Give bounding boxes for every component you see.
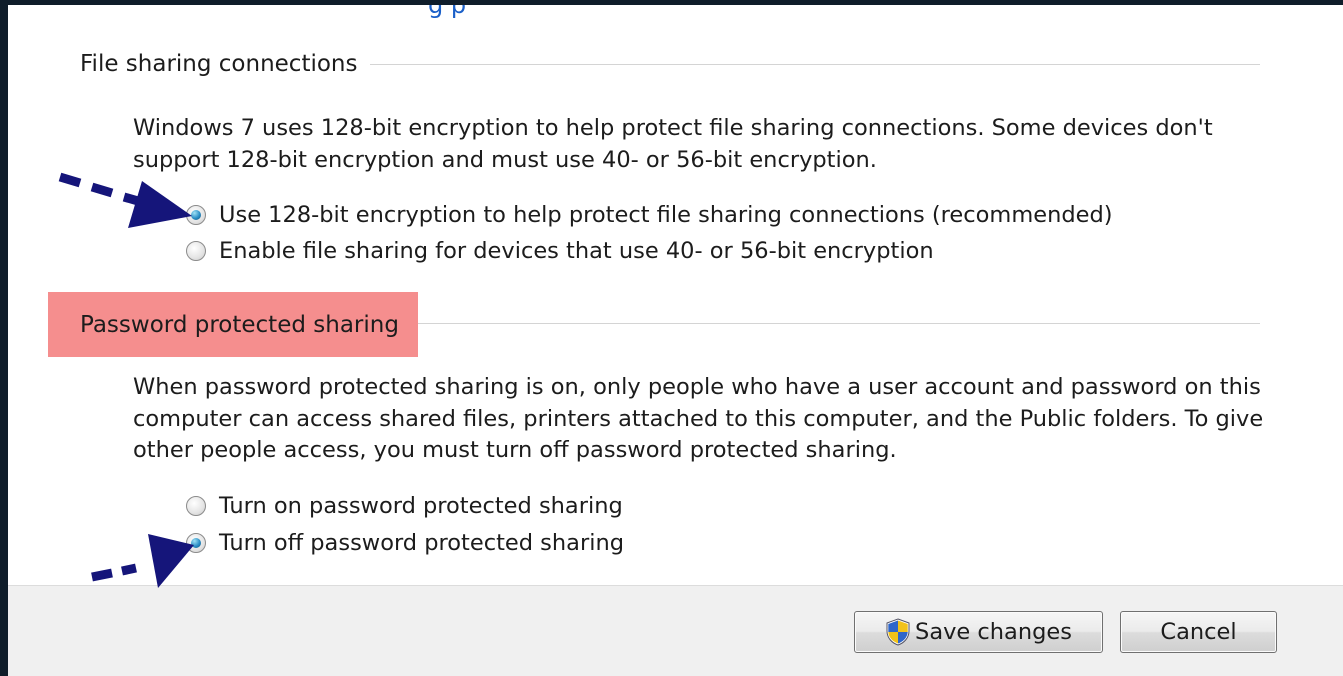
- file-sharing-description: Windows 7 uses 128-bit encryption to hel…: [133, 115, 1213, 173]
- radio-button-unchecked[interactable]: [186, 496, 206, 517]
- advanced-sharing-settings-panel: g p File sharing connections Windows 7 u…: [8, 5, 1343, 676]
- option-label: Turn on password protected sharing: [219, 493, 623, 519]
- option-label: Enable file sharing for devices that use…: [219, 238, 934, 264]
- radio-option-turn-on-password[interactable]: Turn on password protected sharing: [186, 495, 623, 518]
- radio-option-40-56-bit[interactable]: Enable file sharing for devices that use…: [186, 240, 934, 263]
- uac-shield-icon: [886, 618, 910, 646]
- password-sharing-divider: [418, 323, 1260, 324]
- radio-button-checked[interactable]: [186, 205, 206, 226]
- file-sharing-header: File sharing connections: [80, 51, 358, 77]
- radio-button-checked[interactable]: [186, 533, 206, 554]
- radio-option-128-bit[interactable]: Use 128-bit encryption to help protect f…: [186, 204, 1113, 227]
- save-changes-label: Save changes: [915, 619, 1072, 645]
- radio-button-unchecked[interactable]: [186, 241, 206, 262]
- password-sharing-header: Password protected sharing: [80, 312, 399, 338]
- radio-option-turn-off-password[interactable]: Turn off password protected sharing: [186, 532, 624, 555]
- save-changes-button[interactable]: Save changes: [854, 611, 1103, 653]
- cutoff-link-text[interactable]: g p: [428, 5, 466, 19]
- option-label: Turn off password protected sharing: [219, 530, 624, 556]
- button-bar: Save changes Cancel: [8, 585, 1343, 676]
- cancel-label: Cancel: [1160, 619, 1237, 645]
- file-sharing-divider: [370, 64, 1260, 65]
- cancel-button[interactable]: Cancel: [1120, 611, 1277, 653]
- password-sharing-description: When password protected sharing is on, o…: [133, 374, 1264, 463]
- password-sharing-header-highlight: Password protected sharing: [48, 292, 418, 357]
- option-label: Use 128-bit encryption to help protect f…: [219, 202, 1113, 228]
